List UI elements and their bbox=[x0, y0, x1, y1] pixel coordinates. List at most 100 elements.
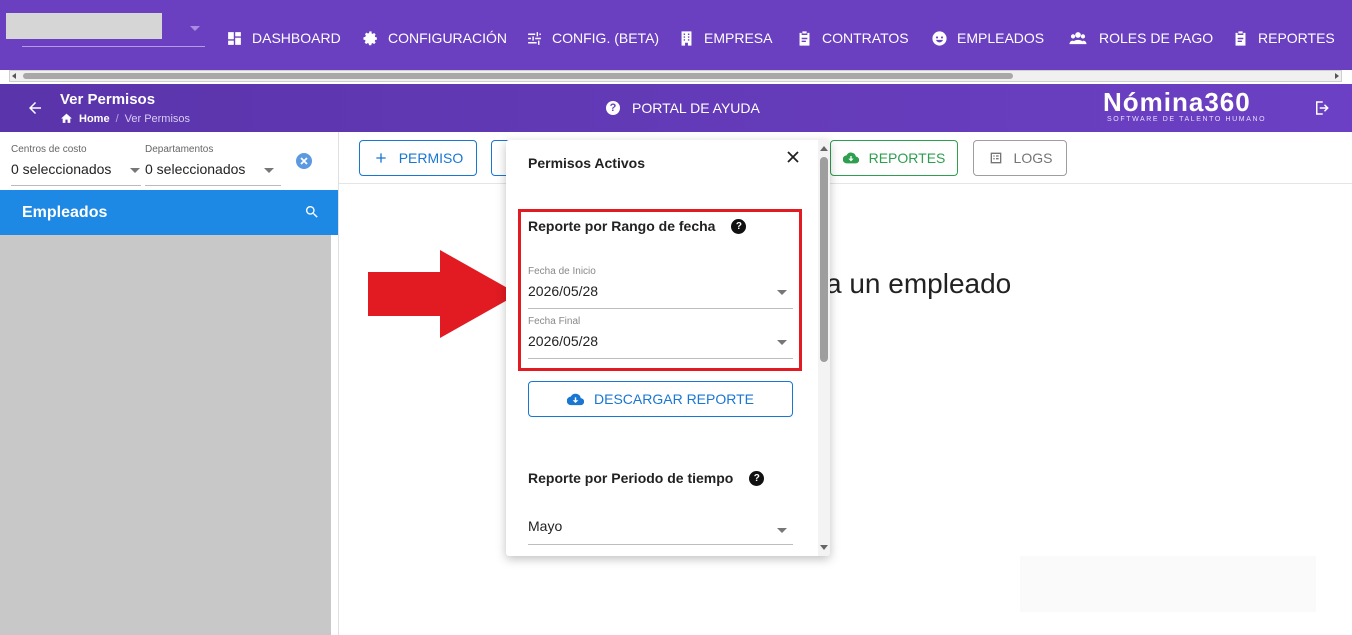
popup-title: Permisos Activos bbox=[528, 155, 645, 171]
top-navigation: DASHBOARD CONFIGURACIÓN CONFIG. (BETA) E… bbox=[0, 0, 1352, 70]
dashboard-icon bbox=[228, 31, 241, 45]
building-icon bbox=[681, 30, 692, 46]
employee-list[interactable] bbox=[0, 235, 331, 635]
nav-roles-de-pago[interactable]: ROLES DE PAGO bbox=[1066, 28, 1213, 48]
page-header: Ver Permisos Home / Ver Permisos ? PORTA… bbox=[0, 84, 1352, 132]
brand-logo: Nómina360 SOFTWARE DE TALENTO HUMANO bbox=[1103, 88, 1266, 123]
cost-center-underline bbox=[11, 185, 141, 186]
download-report-label: DESCARGAR REPORTE bbox=[594, 391, 754, 407]
nav-label: CONTRATOS bbox=[822, 30, 909, 46]
nav-contratos[interactable]: CONTRATOS bbox=[796, 28, 909, 48]
chevron-down-icon[interactable] bbox=[777, 528, 787, 533]
nav-config-beta[interactable]: CONFIG. (BETA) bbox=[526, 28, 659, 48]
permisos-activos-popup: Permisos Activos Reporte por Rango de fe… bbox=[506, 140, 830, 556]
nav-label: CONFIG. (BETA) bbox=[552, 30, 660, 46]
end-date-label: Fecha Final bbox=[528, 316, 581, 327]
scrollbar-thumb[interactable] bbox=[23, 73, 1013, 79]
popup-scrollbar[interactable] bbox=[818, 140, 830, 556]
period-select[interactable]: Mayo bbox=[528, 514, 793, 545]
chevron-down-icon[interactable] bbox=[190, 26, 200, 31]
chevron-down-icon[interactable] bbox=[264, 168, 274, 173]
help-portal-link[interactable]: ? PORTAL DE AYUDA bbox=[606, 100, 760, 116]
close-icon[interactable] bbox=[786, 150, 800, 164]
home-icon[interactable] bbox=[60, 112, 73, 125]
nav-empleados[interactable]: EMPLEADOS bbox=[931, 28, 1044, 48]
nav-dashboard[interactable]: DASHBOARD bbox=[226, 28, 341, 48]
plus-icon bbox=[376, 153, 386, 163]
period-value[interactable]: Mayo bbox=[528, 518, 793, 534]
nav-configuracion[interactable]: CONFIGURACIÓN bbox=[362, 28, 507, 48]
add-permiso-label: PERMISO bbox=[398, 150, 464, 166]
scroll-right-icon[interactable] bbox=[1335, 73, 1339, 79]
end-date-field[interactable]: Fecha Final 2026/05/28 bbox=[528, 316, 793, 359]
breadcrumb-separator: / bbox=[115, 112, 119, 125]
field-underline bbox=[528, 358, 793, 359]
chevron-down-icon[interactable] bbox=[130, 168, 140, 173]
department-select[interactable]: 0 seleccionados bbox=[145, 161, 245, 177]
company-selector-underline bbox=[22, 46, 205, 47]
chevron-down-icon[interactable] bbox=[777, 290, 787, 295]
logs-label: LOGS bbox=[1013, 150, 1053, 166]
company-selector[interactable] bbox=[6, 13, 162, 39]
employees-title: Empleados bbox=[22, 204, 108, 221]
chevron-down-icon[interactable] bbox=[777, 340, 787, 345]
nav-label: ROLES DE PAGO bbox=[1099, 30, 1214, 46]
toolbar-divider bbox=[339, 183, 1352, 184]
scroll-up-icon[interactable] bbox=[820, 146, 828, 151]
logs-button[interactable]: LOGS bbox=[973, 140, 1067, 176]
annotation-arrow-icon bbox=[368, 250, 518, 338]
scroll-left-icon[interactable] bbox=[12, 73, 16, 79]
back-arrow-icon[interactable] bbox=[26, 99, 44, 117]
cost-center-select[interactable]: 0 seleccionados bbox=[11, 161, 111, 177]
nav-label: CONFIGURACIÓN bbox=[388, 30, 507, 46]
department-underline bbox=[145, 185, 281, 186]
employee-filters: Centros de costo 0 seleccionados Departa… bbox=[0, 132, 338, 190]
employees-header: Empleados bbox=[0, 190, 338, 235]
notification-area bbox=[1020, 556, 1316, 612]
logo-name: Nómina360 bbox=[1103, 87, 1251, 117]
sliders-icon bbox=[528, 31, 541, 45]
help-icon[interactable]: ? bbox=[731, 218, 747, 234]
breadcrumb-home[interactable]: Home bbox=[79, 113, 110, 125]
group-icon bbox=[1069, 31, 1087, 44]
start-date-value[interactable]: 2026/05/28 bbox=[528, 283, 793, 299]
nav-label: EMPRESA bbox=[704, 30, 773, 46]
search-icon[interactable] bbox=[304, 204, 320, 220]
cost-center-label: Centros de costo bbox=[11, 144, 87, 155]
nav-empresa[interactable]: EMPRESA bbox=[678, 28, 772, 48]
range-section-label: Reporte por Rango de fecha bbox=[528, 218, 716, 234]
download-report-button[interactable]: DESCARGAR REPORTE bbox=[528, 381, 793, 417]
scrollbar-thumb[interactable] bbox=[820, 157, 828, 362]
nav-label: REPORTES bbox=[1258, 30, 1335, 46]
clipboard-icon bbox=[1235, 30, 1246, 46]
logout-icon[interactable] bbox=[1313, 99, 1331, 117]
nav-horizontal-scrollbar[interactable] bbox=[9, 70, 1342, 82]
breadcrumb-current: Ver Permisos bbox=[124, 112, 191, 125]
reportes-button[interactable]: REPORTES bbox=[830, 140, 958, 176]
department-label: Departamentos bbox=[145, 144, 214, 155]
page-title: Ver Permisos bbox=[60, 91, 156, 108]
help-icon[interactable]: ? bbox=[749, 470, 765, 486]
clipboard-icon bbox=[799, 30, 810, 46]
add-permiso-button[interactable]: PERMISO bbox=[359, 140, 477, 176]
start-date-field[interactable]: Fecha de Inicio 2026/05/28 bbox=[528, 266, 793, 309]
select-employee-message: a un empleado bbox=[826, 268, 1012, 299]
nav-reportes[interactable]: REPORTES bbox=[1232, 28, 1335, 48]
help-icon: ? bbox=[606, 101, 620, 115]
breadcrumb: Home / Ver Permisos bbox=[60, 112, 190, 125]
face-icon bbox=[932, 30, 947, 46]
field-underline bbox=[528, 308, 793, 309]
field-underline bbox=[528, 544, 793, 545]
panel-divider bbox=[338, 132, 339, 635]
close-icon bbox=[300, 157, 308, 165]
period-section-title: Reporte por Periodo de tiempo ? bbox=[528, 470, 765, 486]
clear-filters-button[interactable] bbox=[296, 153, 312, 169]
end-date-value[interactable]: 2026/05/28 bbox=[528, 333, 793, 349]
cloud-download-icon bbox=[567, 393, 584, 405]
reportes-label: REPORTES bbox=[868, 150, 946, 166]
scroll-down-icon[interactable] bbox=[820, 545, 828, 550]
range-section-title: Reporte por Rango de fecha ? bbox=[528, 218, 747, 234]
app-root: DASHBOARD CONFIGURACIÓN CONFIG. (BETA) E… bbox=[0, 0, 1352, 635]
gear-icon bbox=[363, 30, 377, 45]
nav-label: EMPLEADOS bbox=[957, 30, 1045, 46]
